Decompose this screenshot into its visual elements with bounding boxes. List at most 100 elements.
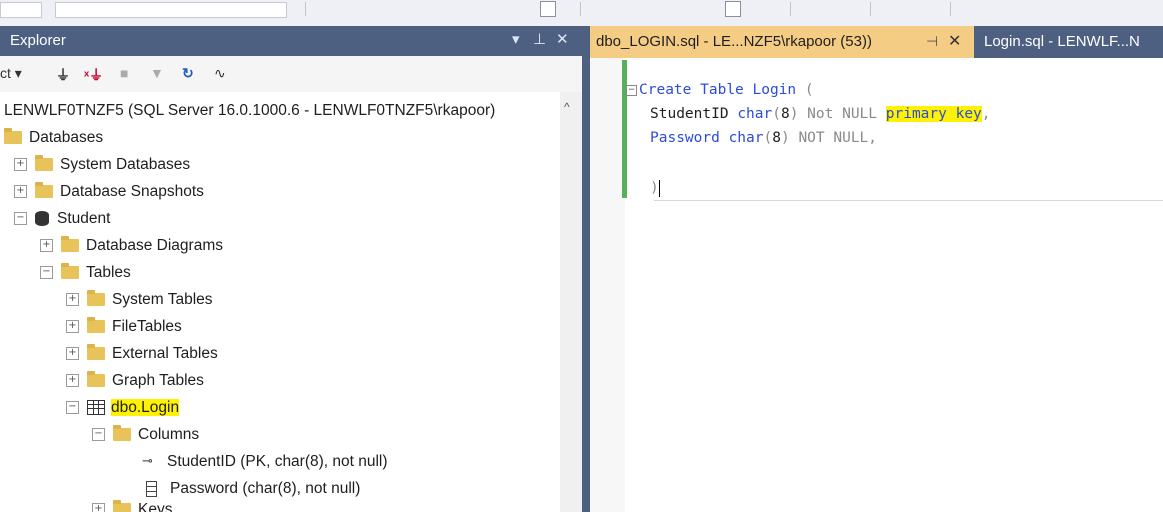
object-explorer-header: Explorer ▾ ⊥ ✕ xyxy=(0,26,582,56)
identifier: Login xyxy=(752,82,797,98)
folder-icon xyxy=(61,236,79,253)
identifier: Password xyxy=(650,130,720,146)
keyword-highlighted: primary key xyxy=(885,106,982,122)
connect-object-icon[interactable]: ⏚ xyxy=(56,65,70,85)
tree-node-external-tables[interactable]: + External Tables xyxy=(66,342,218,366)
main-toolbar xyxy=(0,0,1163,26)
punctuation: ) xyxy=(780,130,790,146)
toolbar-separator xyxy=(870,2,871,16)
document-tab-bar: dbo_LOGIN.sql - LE...NZF5\rkapoor (53)) … xyxy=(590,26,1163,58)
expand-icon[interactable]: + xyxy=(66,347,79,361)
node-label: Student xyxy=(57,210,111,227)
tree-node-system-tables[interactable]: + System Tables xyxy=(66,288,213,312)
tree-node-system-databases[interactable]: + System Databases xyxy=(14,153,190,177)
toolbar-separator xyxy=(580,2,581,16)
activity-monitor-icon[interactable]: ∿ xyxy=(214,65,226,82)
expand-icon[interactable]: + xyxy=(40,239,53,253)
keyword: Not NULL xyxy=(807,106,878,122)
collapse-icon[interactable]: − xyxy=(40,266,53,280)
folder-icon xyxy=(4,128,22,145)
tree-node-column-password[interactable]: Password (char(8), not null) xyxy=(146,477,360,501)
fold-icon[interactable]: − xyxy=(626,84,637,96)
tree-node-graph-tables[interactable]: + Graph Tables xyxy=(66,369,204,393)
folder-icon xyxy=(35,155,53,172)
disconnect-icon[interactable]: ˣ⏚ xyxy=(84,65,103,85)
punctuation: ( xyxy=(772,106,781,122)
close-icon[interactable]: ✕ xyxy=(556,30,569,48)
punctuation: ) xyxy=(650,180,659,196)
node-label: Database Snapshots xyxy=(60,183,204,200)
collapse-icon[interactable]: − xyxy=(14,212,27,226)
code-line-2: StudentID char(8) Not NULL primary key, xyxy=(650,103,991,125)
tree-node-database-snapshots[interactable]: + Database Snapshots xyxy=(14,180,204,204)
tree-node-filetables[interactable]: + FileTables xyxy=(66,315,182,339)
expand-icon[interactable]: + xyxy=(92,503,105,512)
tree-node-keys[interactable]: + Keys xyxy=(92,498,172,512)
refresh-icon[interactable]: ↻ xyxy=(182,65,194,82)
dropdown-arrow-icon[interactable]: ▾ xyxy=(512,30,520,48)
scroll-up-icon[interactable]: ^ xyxy=(564,100,570,114)
connect-button[interactable]: ct ▾ xyxy=(0,65,22,82)
folder-icon xyxy=(113,425,131,442)
stop-icon[interactable]: ■ xyxy=(120,65,128,81)
punctuation: ( xyxy=(804,82,814,98)
toolbar-combo-1[interactable] xyxy=(0,2,42,18)
tree-node-tables[interactable]: − Tables xyxy=(40,261,131,285)
node-label: StudentID (PK, char(8), not null) xyxy=(167,453,388,471)
keyword: NOT NULL xyxy=(798,130,869,146)
folder-icon xyxy=(113,500,131,512)
folder-icon xyxy=(61,263,79,280)
tree-scrollbar[interactable]: ^ xyxy=(560,92,582,512)
object-explorer-title: Explorer xyxy=(10,32,66,49)
toolbar-separator xyxy=(950,2,951,16)
expand-icon[interactable]: + xyxy=(66,320,79,334)
expand-icon[interactable]: + xyxy=(14,185,27,199)
code-line-1: − Create Table Login ( xyxy=(626,79,814,101)
tree-node-server[interactable]: LENWLF0TNZF5 (SQL Server 16.0.1000.6 - L… xyxy=(4,99,495,123)
collapse-icon[interactable]: − xyxy=(92,428,105,442)
collapse-icon[interactable]: − xyxy=(66,401,79,415)
tree-node-dbo-login[interactable]: − dbo.Login xyxy=(66,396,180,420)
toolbar-combo-2[interactable] xyxy=(55,2,287,18)
code-line-5: ) xyxy=(650,177,660,199)
tree-node-columns[interactable]: − Columns xyxy=(92,423,199,447)
tree-node-student[interactable]: − Student xyxy=(14,207,110,231)
tree-node-databases[interactable]: Databases xyxy=(4,126,103,150)
keyword: char xyxy=(728,130,764,146)
filter-icon[interactable]: ▼ xyxy=(150,65,164,81)
tab-login-sql[interactable]: Login.sql - LENWLF...N xyxy=(980,26,1163,58)
close-icon[interactable]: ✕ xyxy=(948,31,961,51)
node-label: Tables xyxy=(86,264,131,281)
punctuation: , xyxy=(981,106,991,122)
node-label: System Tables xyxy=(112,291,213,308)
node-label: Database Diagrams xyxy=(86,237,223,254)
tab-label: dbo_LOGIN.sql - LE...NZF5\rkapoor (53)) xyxy=(596,33,872,50)
tree-node-column-studentid[interactable]: ⊸ StudentID (PK, char(8), not null) xyxy=(142,450,388,474)
toolbar-button[interactable] xyxy=(540,1,556,17)
toolbar-separator xyxy=(305,2,306,16)
server-label: LENWLF0TNZF5 (SQL Server 16.0.1000.6 - L… xyxy=(4,102,496,119)
pin-icon[interactable]: ⊣ xyxy=(926,33,938,50)
expand-icon[interactable]: + xyxy=(66,293,79,307)
keyword: Create xyxy=(639,82,692,98)
query-editor[interactable]: − Create Table Login ( StudentID char(8) … xyxy=(590,58,1163,512)
folder-icon xyxy=(35,182,53,199)
punctuation: ) xyxy=(789,106,799,122)
column-icon xyxy=(146,480,157,497)
toolbar-button[interactable] xyxy=(725,1,741,17)
pin-icon[interactable]: ⊥ xyxy=(533,30,546,48)
tab-label: Login.sql - LENWLF...N xyxy=(984,33,1140,50)
node-label: System Databases xyxy=(60,156,191,173)
tab-dbo-login-sql[interactable]: dbo_LOGIN.sql - LE...NZF5\rkapoor (53)) … xyxy=(590,26,974,58)
node-label: Graph Tables xyxy=(112,372,204,389)
folder-icon xyxy=(87,317,105,334)
toolbar-separator xyxy=(790,2,791,16)
tree-node-database-diagrams[interactable]: + Database Diagrams xyxy=(40,234,223,258)
panel-divider[interactable] xyxy=(582,26,590,512)
node-label: Password (char(8), not null) xyxy=(170,480,361,497)
expand-icon[interactable]: + xyxy=(14,158,27,172)
expand-icon[interactable]: + xyxy=(66,374,79,388)
object-explorer-tree: LENWLF0TNZF5 (SQL Server 16.0.1000.6 - L… xyxy=(0,92,560,512)
node-label: Keys xyxy=(138,501,173,512)
object-explorer-toolbar: ct ▾ ⏚ ˣ⏚ ■ ▼ ↻ ∿ xyxy=(0,56,582,92)
